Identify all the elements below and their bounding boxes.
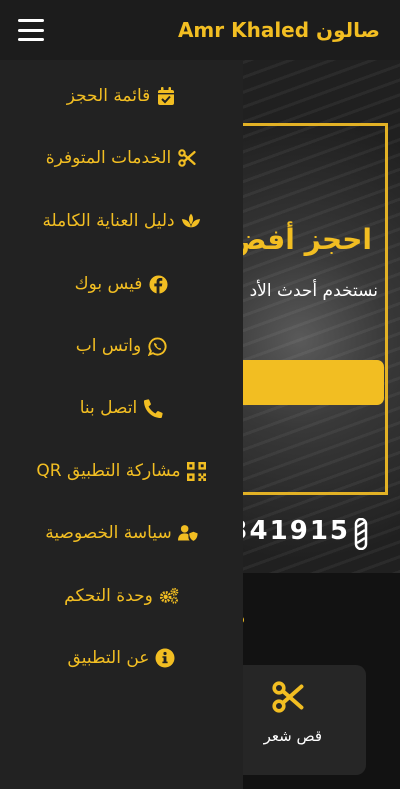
- hero-subtitle: نستخدم أحدث الأد: [249, 281, 378, 301]
- drawer-item-label: فيس بوك: [74, 274, 143, 294]
- app-header: صالون Amr Khaled: [0, 0, 400, 60]
- drawer-item-control-panel[interactable]: وحدة التحكم: [0, 573, 243, 619]
- drawer-item-whatsapp[interactable]: واتس اب: [0, 323, 243, 369]
- info-icon: [155, 648, 175, 668]
- service-card-haircut[interactable]: قص شعر: [230, 665, 366, 775]
- facebook-icon: [148, 274, 168, 294]
- drawer-item-label: قائمة الحجز: [66, 86, 151, 106]
- drawer-item-label: وحدة التحكم: [64, 586, 153, 606]
- spa-icon: [181, 211, 201, 231]
- drawer-item-services[interactable]: الخدمات المتوفرة: [0, 135, 243, 181]
- drawer-item-booking-list[interactable]: قائمة الحجز: [0, 73, 243, 119]
- cogs-icon: [159, 586, 179, 606]
- hero-title: احجز أفض: [228, 223, 372, 256]
- app-title: صالون Amr Khaled: [177, 18, 380, 42]
- drawer-item-label: دليل العناية الكاملة: [42, 211, 175, 231]
- drawer-item-label: سياسة الخصوصية: [45, 523, 172, 543]
- drawer-item-label: واتس اب: [75, 336, 142, 356]
- drawer-item-label: عن التطبيق: [67, 648, 150, 668]
- whatsapp-icon: [147, 336, 167, 356]
- hamburger-menu-icon[interactable]: [18, 19, 44, 41]
- drawer-item-facebook[interactable]: فيس بوك: [0, 261, 243, 307]
- phone-icon: [143, 398, 163, 418]
- qrcode-icon: [187, 461, 207, 481]
- drawer-item-label: الخدمات المتوفرة: [45, 148, 172, 168]
- drawer-item-about-app[interactable]: عن التطبيق: [0, 635, 243, 681]
- scissors-icon: [272, 681, 304, 713]
- drawer-item-contact-us[interactable]: اتصل بنا: [0, 385, 243, 431]
- drawer-item-label: اتصل بنا: [79, 398, 138, 418]
- barber-pole-icon: [354, 518, 368, 550]
- navigation-drawer: قائمة الحجز الخدمات المتوفرة دليل العناي…: [0, 60, 243, 789]
- drawer-item-share-qr[interactable]: مشاركة التطبيق QR: [0, 448, 243, 494]
- service-card-label: قص شعر: [263, 727, 322, 745]
- calendar-check-icon: [156, 86, 176, 106]
- hero-phone-number[interactable]: 341915: [229, 516, 350, 546]
- scissors-icon: [177, 148, 197, 168]
- drawer-item-privacy-policy[interactable]: سياسة الخصوصية: [0, 510, 243, 556]
- drawer-item-label: مشاركة التطبيق QR: [36, 461, 181, 481]
- user-shield-icon: [177, 523, 198, 543]
- drawer-item-care-guide[interactable]: دليل العناية الكاملة: [0, 198, 243, 244]
